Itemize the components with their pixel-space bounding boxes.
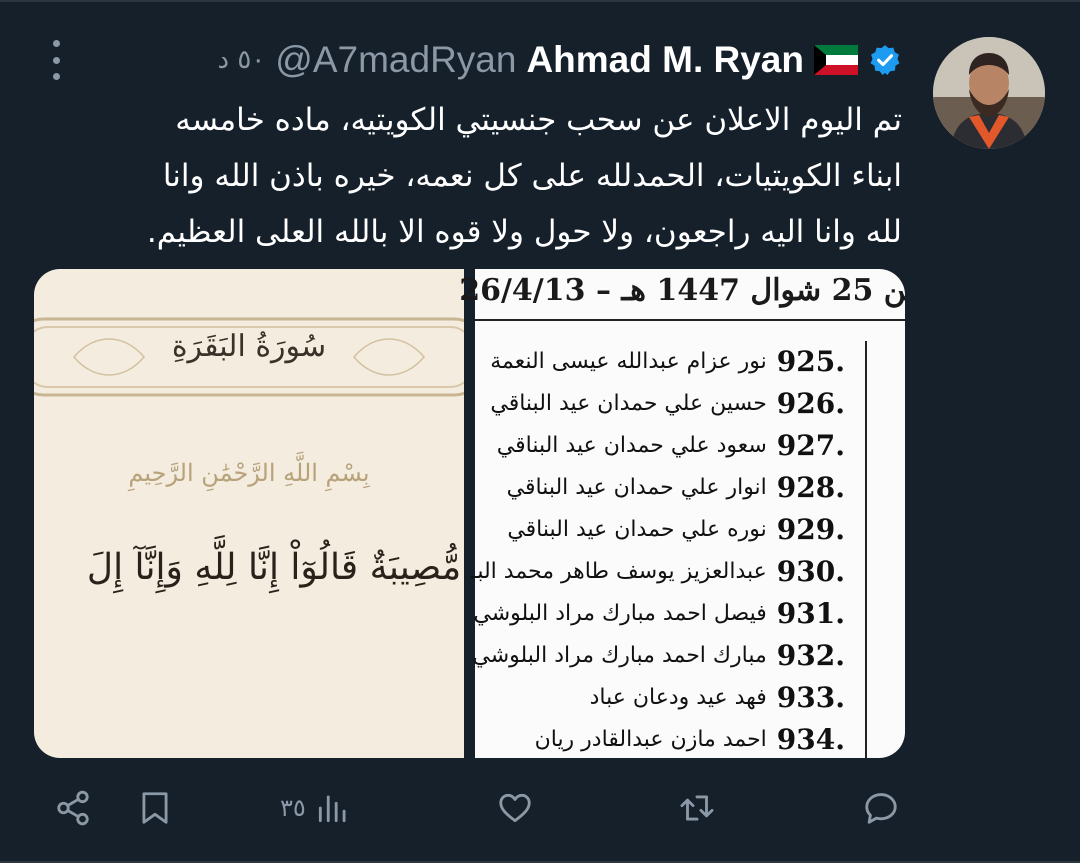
views-icon <box>318 795 346 823</box>
like-button[interactable] <box>496 780 534 836</box>
row-name: حسين علي حمدان عيد البناقي <box>490 390 767 416</box>
list-row: انوار علي حمدان عيد البناقي 928. <box>507 467 845 507</box>
reply-button[interactable] <box>862 780 900 836</box>
kuwait-flag-icon <box>814 45 858 75</box>
tweet-text-line: ابناء الكويتيات، الحمدلله على كل نعمه، خ… <box>162 158 902 194</box>
list-row: نور عزام عبدالله عيسى النعمة 925. <box>490 341 845 381</box>
row-number: 932. <box>776 638 845 672</box>
row-number: 934. <box>776 722 845 756</box>
verified-badge-icon <box>870 45 900 76</box>
row-name: احمد مازن عبدالقادر ريان <box>534 726 767 752</box>
user-handle[interactable]: @A7madRyan <box>275 39 516 81</box>
tweet-text-line: تم اليوم الاعلان عن سحب جنسيتي الكويتيه،… <box>175 102 902 138</box>
views-count: ٣٥ <box>280 794 306 822</box>
list-row: فهد عيد ودعان عباد 933. <box>590 677 845 717</box>
list-header: ين 25 شوال 1447 هـ – 26/4/13 <box>459 273 905 308</box>
revocation-list-image[interactable]: ين 25 شوال 1447 هـ – 26/4/13 نور عزام عب… <box>459 269 905 758</box>
retweet-icon <box>680 795 714 821</box>
row-number: 931. <box>776 596 845 630</box>
more-options-icon[interactable] <box>44 40 68 80</box>
quran-page-image[interactable]: سُورَةُ البَقَرَةِ بِسْمِ اللَّهِ الرَّح… <box>34 269 534 758</box>
share-button[interactable] <box>54 780 92 836</box>
tweet-header: Ahmad M. Ryan @A7madRyan ٥٠ د <box>218 36 903 84</box>
basmala: بِسْمِ اللَّهِ الرَّحْمَٰنِ الرَّحِيمِ <box>128 459 370 487</box>
list-row: مبارك احمد مبارك مراد البلوشي 932. <box>472 635 845 675</box>
avatar[interactable] <box>933 37 1045 149</box>
reply-icon <box>865 793 897 824</box>
row-name: عبدالعزيز يوسف طاهر محمد البـ <box>470 558 767 584</box>
column-rule <box>865 341 867 758</box>
surah-title: سُورَةُ البَقَرَةِ <box>171 329 327 364</box>
header-rule <box>475 319 905 321</box>
row-number: 930. <box>776 554 845 588</box>
share-icon <box>57 790 89 826</box>
like-icon <box>499 793 531 823</box>
row-name: نوره علي حمدان عيد البناقي <box>507 516 767 542</box>
row-name: فيصل احمد مبارك مراد البلوشي <box>473 600 767 626</box>
display-name[interactable]: Ahmad M. Ryan <box>526 39 804 81</box>
list-row: سعود علي حمدان عيد البناقي 927. <box>497 425 845 465</box>
views-button[interactable]: ٣٥ <box>280 780 352 836</box>
tweet-text-line: لله وانا اليه راجعون، ولا حول ولا قوه ال… <box>146 214 902 250</box>
row-name: نور عزام عبدالله عيسى النعمة <box>490 348 767 374</box>
timestamp[interactable]: ٥٠ د <box>218 45 266 75</box>
list-row: احمد مازن عبدالقادر ريان 934. <box>535 719 845 758</box>
row-name: سعود علي حمدان عيد البناقي <box>496 432 767 458</box>
tweet-action-bar: ٣٥ <box>0 780 1080 840</box>
list-row: نوره علي حمدان عيد البناقي 929. <box>507 509 845 549</box>
row-name: فهد عيد ودعان عباد <box>589 684 767 710</box>
row-number: 927. <box>776 428 845 462</box>
list-row: حسين علي حمدان عيد البناقي 926. <box>490 383 845 423</box>
bookmark-button[interactable] <box>136 780 174 836</box>
row-number: 929. <box>776 512 845 546</box>
row-number: 926. <box>776 386 845 420</box>
row-name: انوار علي حمدان عيد البناقي <box>506 474 767 500</box>
list-row: فيصل احمد مبارك مراد البلوشي 931. <box>473 593 845 633</box>
row-number: 925. <box>776 344 845 378</box>
row-number: 933. <box>776 680 845 714</box>
bookmark-icon <box>142 792 168 824</box>
retweet-button[interactable] <box>678 780 716 836</box>
list-row: عبدالعزيز يوسف طاهر محمد البـ 930. <box>471 551 845 591</box>
top-divider <box>0 0 1080 2</box>
row-number: 928. <box>776 470 845 504</box>
verse-text: بَتْهُم مُّصِيبَةٌ قَالُوٓاْ إِنَّا لِلَ… <box>86 547 534 588</box>
tweet-text: تم اليوم الاعلان عن سحب جنسيتي الكويتيه،… <box>40 92 902 260</box>
tweet-media: سُورَةُ البَقَرَةِ بِسْمِ اللَّهِ الرَّح… <box>34 269 905 758</box>
row-name: مبارك احمد مبارك مراد البلوشي <box>472 642 767 668</box>
